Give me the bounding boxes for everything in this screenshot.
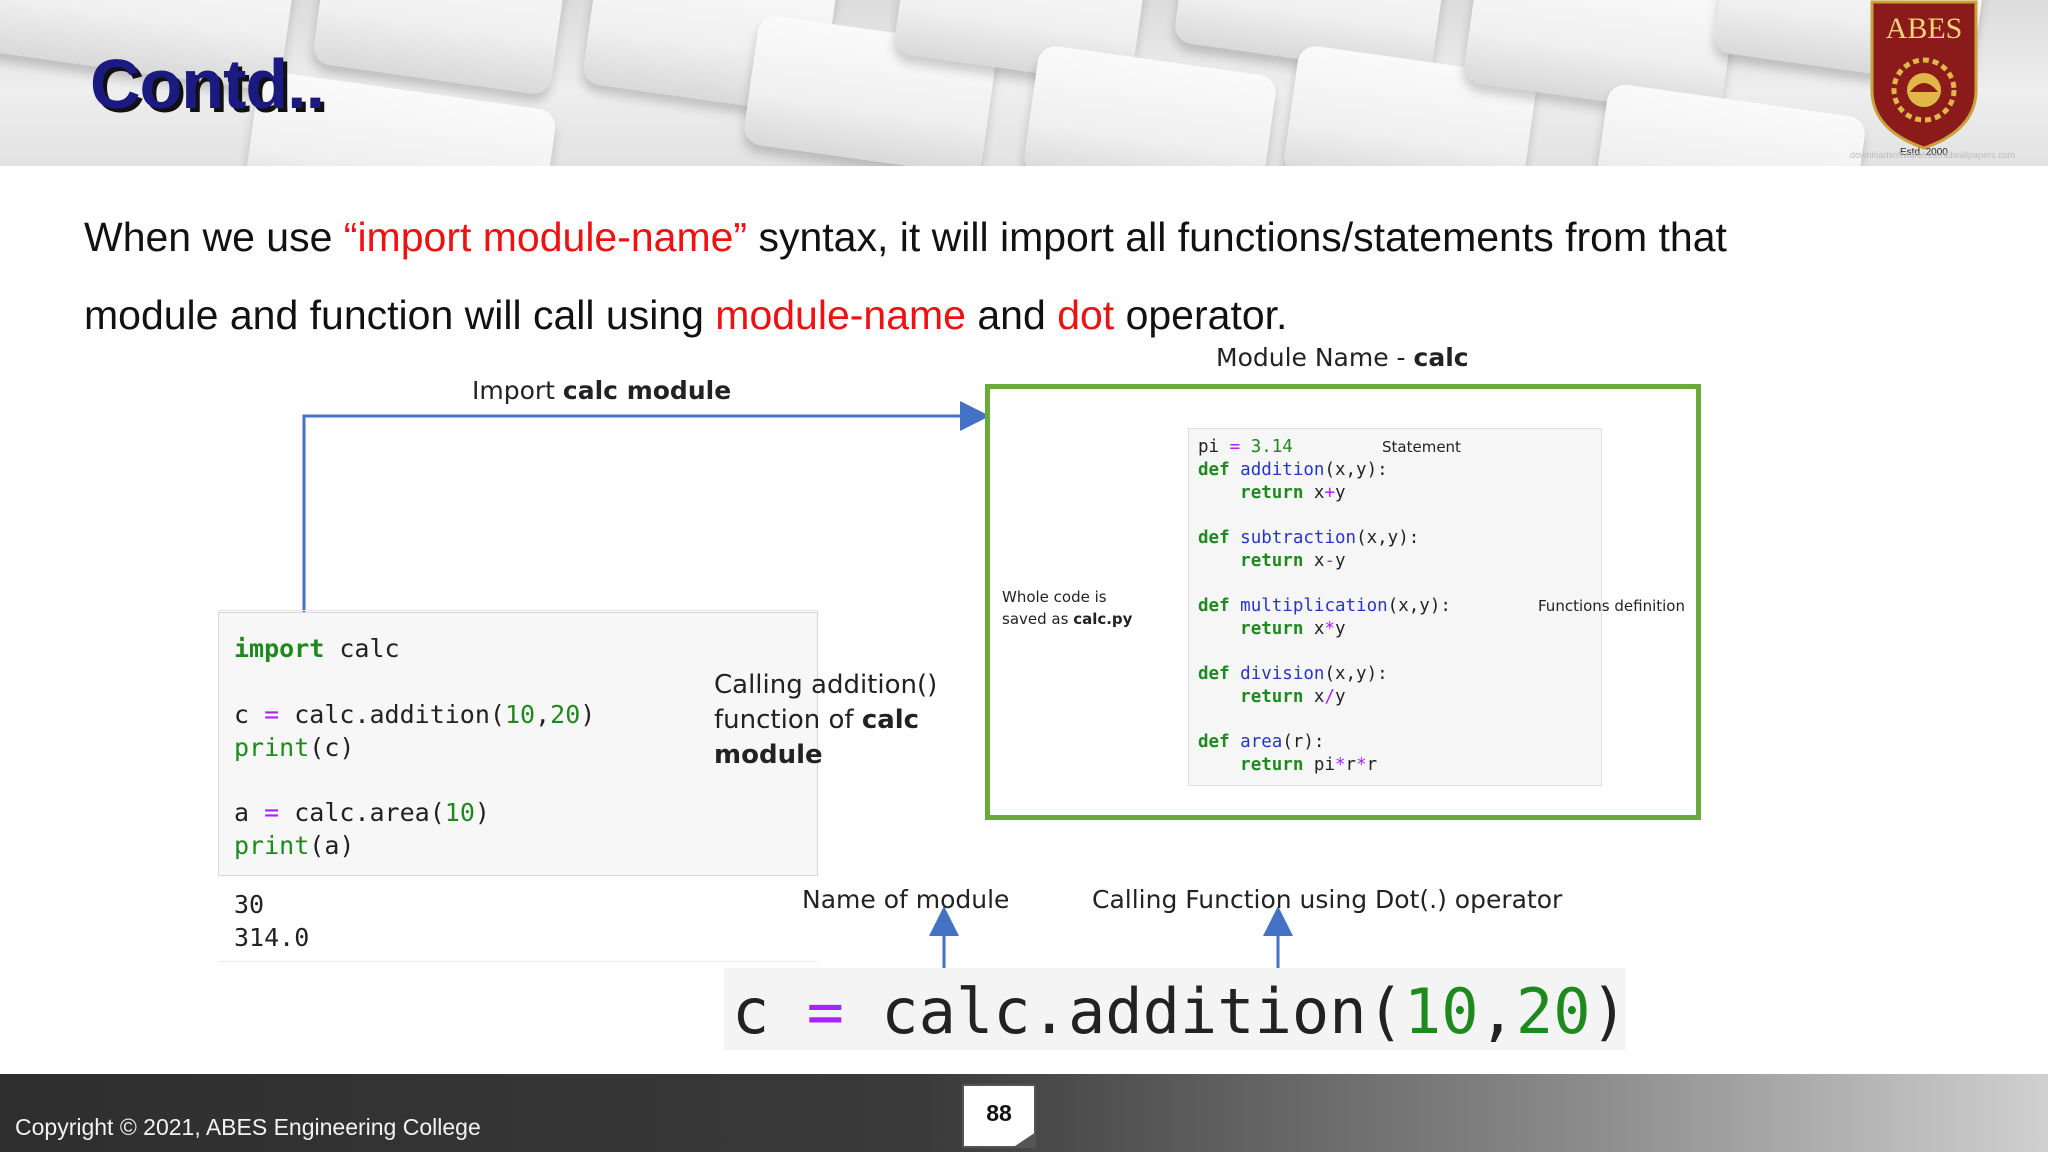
slide-title: Contd..	[90, 45, 325, 123]
highlighted-syntax: “import module-name”	[343, 214, 748, 260]
module-line-def-division: def division(x,y):	[1198, 664, 1388, 684]
output-line-1: 30	[234, 890, 265, 919]
big-code-line: c = calc.addition(10,20)	[732, 975, 1628, 1048]
image-watermark: downloadsoftwarefreemidwallpapers.com	[1850, 150, 2016, 160]
output-line-2: 314.0	[234, 923, 310, 952]
page-number-box: 88	[962, 1084, 1036, 1148]
module-line-return-multiplication: return x*y	[1240, 619, 1346, 639]
module-line-def-area: def area(r):	[1198, 732, 1325, 752]
import-calc-label: Import calc module	[472, 376, 732, 405]
whole-code-label: Whole code is saved as calc.py	[1002, 588, 1133, 628]
module-line-def-addition: def addition(x,y):	[1198, 460, 1388, 480]
module-line-return-area: return pi*r*r	[1240, 755, 1378, 775]
name-of-module-label: Name of module	[802, 885, 1010, 914]
calling-addition-label: Calling addition() function of calc modu…	[714, 670, 938, 770]
code-line-import: import calc	[234, 634, 400, 663]
body-line-1: When we use “import module-name” syntax,…	[84, 214, 1727, 261]
code-line-print-a: print(a)	[234, 831, 355, 860]
abes-logo: ABES	[1870, 0, 1978, 150]
code-line-addition: c = calc.addition(10,20)	[234, 700, 596, 729]
code-line-print-c: print(c)	[234, 733, 355, 762]
body-text: operator.	[1114, 292, 1288, 338]
calling-dot-operator-label: Calling Function using Dot(.) operator	[1092, 885, 1563, 914]
module-line-return-subtraction: return x-y	[1240, 551, 1346, 571]
highlighted-term: module-name	[715, 292, 966, 338]
copyright-text: Copyright © 2021, ABES Engineering Colle…	[15, 1114, 481, 1140]
code-line-area: a = calc.area(10)	[234, 798, 490, 827]
body-line-2: module and function will call using modu…	[84, 292, 1287, 339]
svg-text:ABES: ABES	[1886, 12, 1963, 45]
module-name-label: Module Name - calc	[1216, 343, 1469, 372]
module-line-def-multiplication: def multiplication(x,y):	[1198, 596, 1451, 616]
module-line-return-division: return x/y	[1240, 687, 1346, 707]
body-text: When we use	[84, 214, 344, 260]
page-number: 88	[986, 1100, 1012, 1126]
import-arrow	[302, 401, 990, 636]
module-line-return-addition: return x+y	[1240, 483, 1346, 503]
highlighted-term: dot	[1057, 292, 1115, 338]
module-line-pi: pi = 3.14	[1198, 437, 1293, 457]
functions-definition-label: Functions definition	[1538, 597, 1685, 615]
module-line-def-subtraction: def subtraction(x,y):	[1198, 528, 1420, 548]
body-text: module and function will call using	[84, 292, 716, 338]
body-text: syntax, it will import all functions/sta…	[747, 214, 1727, 260]
page-fold-icon	[1012, 1132, 1036, 1148]
body-text: and	[965, 292, 1058, 338]
keyboard-key-shape	[1592, 82, 1868, 166]
statement-label: Statement	[1382, 438, 1461, 456]
keyboard-key-shape	[1022, 43, 1278, 166]
